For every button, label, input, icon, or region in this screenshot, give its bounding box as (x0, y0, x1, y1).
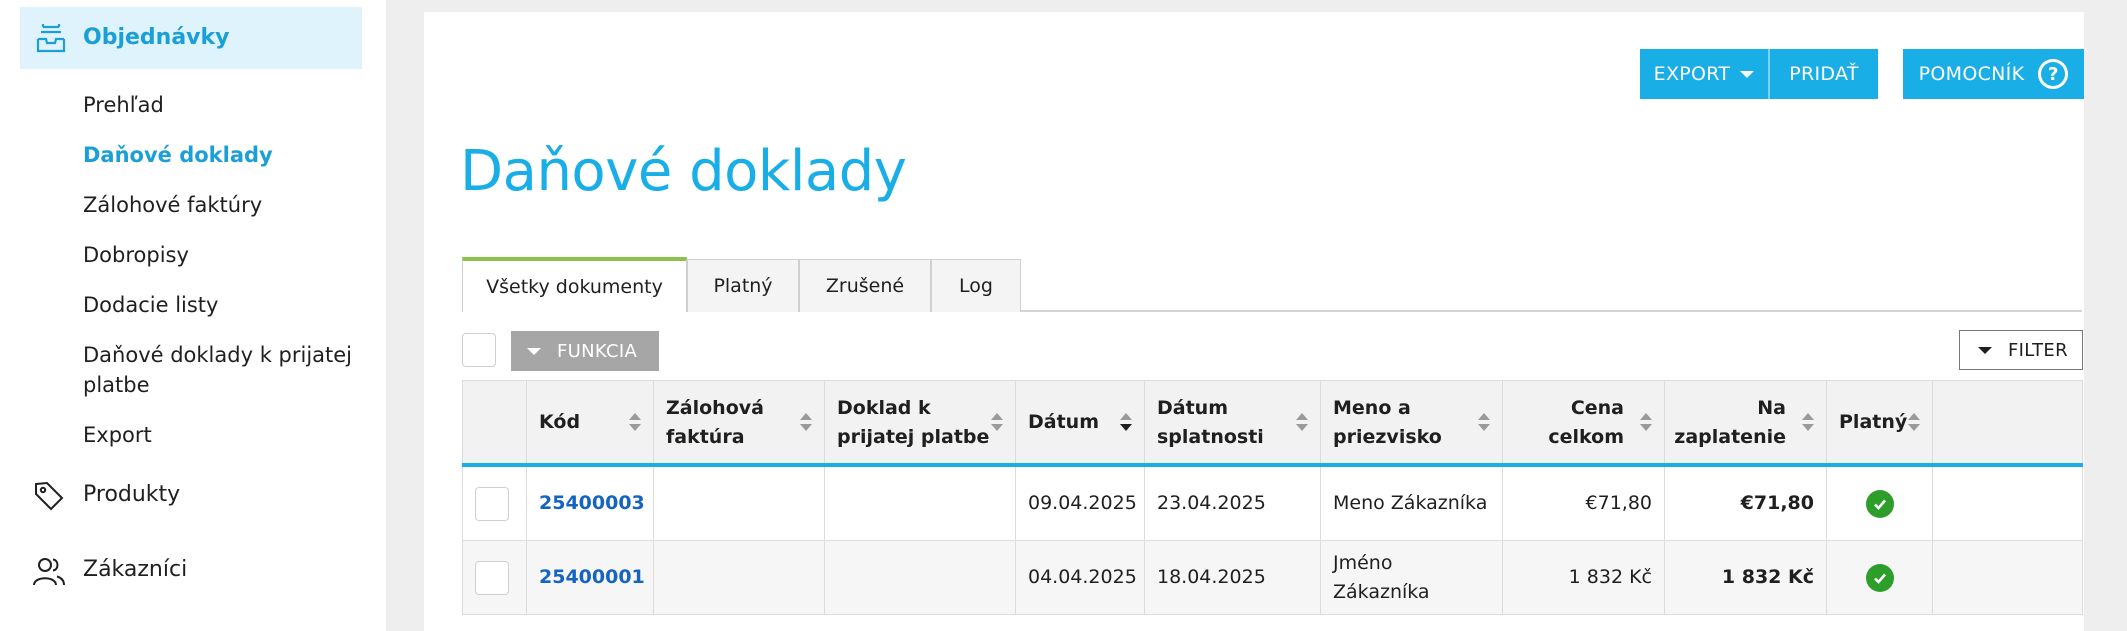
table-row: 25400001 04.04.2025 18.04.2025 Jméno Záka… (462, 541, 2083, 615)
td-to-pay: €71,80 (1665, 467, 1827, 540)
th-to-pay[interactable]: Na zaplatenie (1665, 381, 1827, 464)
table-row: 25400003 09.04.2025 23.04.2025 Meno Záka… (462, 467, 2083, 541)
th-code[interactable]: Kód (527, 381, 654, 464)
sidebar-subitem-export[interactable]: Export (83, 420, 152, 450)
row-checkbox[interactable] (475, 560, 509, 595)
tab-log[interactable]: Log (931, 259, 1021, 312)
sidebar-subitem-label-line2: platbe (83, 373, 150, 397)
users-icon (33, 558, 65, 586)
th-advance-invoice[interactable]: Zálohová faktúra (654, 381, 825, 464)
filter-button[interactable]: FILTER (1959, 330, 2083, 370)
main-panel: EXPORT PRIDAŤ POMOCNÍK ? Daňové doklady … (424, 12, 2084, 631)
td-due-date: 23.04.2025 (1145, 467, 1321, 540)
td-valid (1827, 541, 1933, 614)
sidebar-item-label: Produkty (83, 482, 181, 507)
function-button-label: FUNKCIA (557, 340, 638, 362)
sidebar: Objednávky Prehľad Daňové doklady Záloho… (0, 0, 386, 631)
td-advance-invoice (654, 467, 825, 540)
th-label: Dátum splatnosti (1157, 396, 1264, 448)
sort-desc-icon (1120, 413, 1132, 433)
caret-down-icon (1740, 70, 1755, 78)
th-label: Kód (539, 411, 581, 433)
td-date: 09.04.2025 (1016, 467, 1145, 540)
sidebar-subitem-advance-invoices[interactable]: Zálohové faktúry (83, 190, 262, 220)
question-circle-icon: ? (2038, 59, 2069, 89)
sort-icon (1478, 413, 1490, 433)
helper-button[interactable]: POMOCNÍK ? (1903, 49, 2084, 99)
sidebar-subitem-tax-documents[interactable]: Daňové doklady (83, 140, 273, 170)
sidebar-subitem-overview[interactable]: Prehľad (83, 90, 164, 120)
add-button[interactable]: PRIDAŤ (1770, 49, 1878, 99)
sidebar-item-customers[interactable]: Zákazníci (20, 548, 362, 592)
th-payment-receipt[interactable]: Doklad k prijatej platbe (825, 381, 1016, 464)
th-label: Zálohová faktúra (666, 396, 764, 448)
th-label: Platný (1839, 411, 1908, 433)
th-select (463, 381, 527, 464)
th-date[interactable]: Dátum (1016, 381, 1145, 464)
td-valid (1827, 467, 1933, 540)
td-total: €71,80 (1503, 467, 1665, 540)
sort-icon (629, 413, 641, 433)
check-circle-icon (1865, 563, 1894, 592)
select-all-checkbox[interactable] (462, 333, 496, 367)
function-button[interactable]: FUNKCIA (511, 331, 659, 371)
sidebar-subitem-label-line1: Daňové doklady k prijatej (83, 343, 353, 367)
document-code-link[interactable]: 25400001 (539, 563, 645, 592)
row-checkbox[interactable] (475, 486, 509, 521)
tab-cancelled[interactable]: Zrušené (799, 259, 931, 312)
th-valid[interactable]: Platný (1827, 381, 1933, 464)
caret-down-icon (527, 347, 541, 355)
check-circle-icon (1865, 489, 1894, 518)
th-name[interactable]: Meno a priezvisko (1321, 381, 1503, 464)
td-name: Jméno Zákazníka (1321, 541, 1503, 614)
export-button-label: EXPORT (1653, 63, 1731, 85)
sidebar-subitem-delivery-notes[interactable]: Dodacie listy (83, 290, 218, 320)
th-label: Cena celkom (1548, 396, 1624, 448)
table-header: Kód Zálohová faktúra Doklad k prijatej pla… (462, 380, 2083, 464)
th-label: Na zaplatenie (1674, 396, 1786, 448)
td-code: 25400003 (527, 467, 654, 540)
tag-icon (35, 481, 64, 511)
td-due-date: 18.04.2025 (1145, 541, 1321, 614)
helper-button-label: POMOCNÍK (1918, 63, 2025, 85)
document-code-link[interactable]: 25400003 (539, 489, 645, 518)
sidebar-item-label: Objednávky (83, 25, 230, 50)
sort-icon (1802, 413, 1814, 433)
caret-down-icon (1978, 346, 1992, 354)
th-total[interactable]: Cena celkom (1503, 381, 1665, 464)
sort-icon (1640, 413, 1652, 433)
th-label: Dátum (1028, 411, 1099, 433)
sort-icon (1296, 413, 1308, 433)
td-date: 04.04.2025 (1016, 541, 1145, 614)
td-name: Meno Zákazníka (1321, 467, 1503, 540)
page-title: Daňové doklady (460, 139, 907, 204)
sidebar-item-label: Zákazníci (83, 557, 188, 582)
td-select (463, 541, 527, 614)
td-code: 25400001 (527, 541, 654, 614)
filter-button-label: FILTER (2008, 339, 2068, 361)
th-label: Doklad k prijatej platbe (837, 396, 990, 448)
tab-valid[interactable]: Platný (687, 259, 799, 312)
td-select (463, 467, 527, 540)
td-total: 1 832 Kč (1503, 541, 1665, 614)
inbox-tray-icon (36, 24, 66, 53)
sidebar-item-orders[interactable]: Objednávky (20, 7, 362, 69)
th-due-date[interactable]: Dátum splatnosti (1145, 381, 1321, 464)
td-payment-receipt (825, 467, 1016, 540)
export-button[interactable]: EXPORT (1640, 49, 1768, 99)
sort-icon (800, 413, 812, 433)
td-to-pay: 1 832 Kč (1665, 541, 1827, 614)
sidebar-subitem-credit-notes[interactable]: Dobropisy (83, 240, 189, 270)
sort-icon (991, 413, 1003, 433)
tab-all-documents[interactable]: Všetky dokumenty (462, 257, 687, 312)
th-label: Meno a priezvisko (1333, 396, 1442, 448)
sidebar-item-products[interactable]: Produkty (20, 473, 362, 517)
sidebar-subitem-payment-receipts[interactable]: Daňové doklady k prijatej platbe (83, 340, 352, 400)
td-payment-receipt (825, 541, 1016, 614)
sort-icon (1908, 413, 1920, 433)
td-advance-invoice (654, 541, 825, 614)
